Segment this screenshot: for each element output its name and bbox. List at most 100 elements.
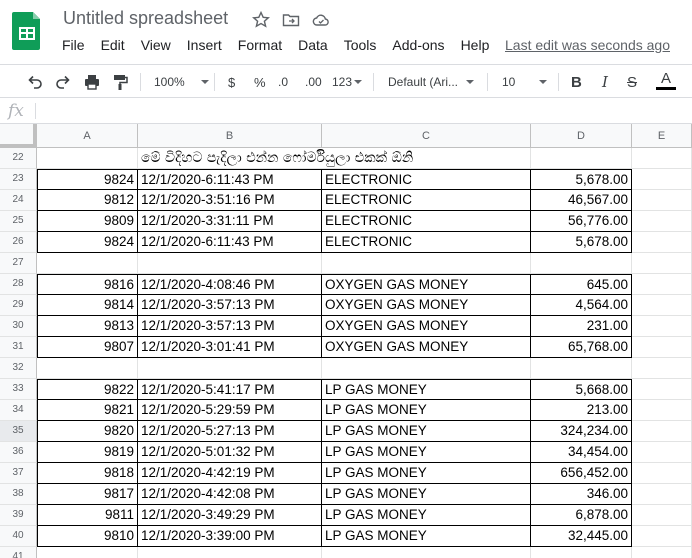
row-header[interactable]: 41 [0, 547, 37, 558]
cell-a[interactable]: 9824 [37, 232, 138, 253]
cell-a[interactable]: 9813 [37, 316, 138, 337]
row-header[interactable]: 31 [0, 337, 37, 358]
cell-b[interactable]: මේ විදිහට පැදිලා එන්න ෆෝර්මියුලා එකක් ඕන… [138, 148, 413, 169]
row-header[interactable]: 30 [0, 316, 37, 337]
cell-e[interactable] [632, 274, 692, 295]
cell-c[interactable] [322, 547, 531, 558]
cell-d[interactable]: 324,234.00 [531, 421, 632, 442]
cell-b[interactable]: 12/1/2020-5:01:32 PM [138, 442, 322, 463]
row-header[interactable]: 37 [0, 463, 37, 484]
cell-d[interactable]: 6,878.00 [531, 505, 632, 526]
cell-b[interactable]: 12/1/2020-3:31:11 PM [138, 211, 322, 232]
cell-d[interactable] [531, 148, 632, 169]
menu-help[interactable]: Help [453, 37, 498, 57]
cell-a[interactable] [37, 148, 138, 169]
menu-data[interactable]: Data [290, 37, 336, 57]
document-title[interactable]: Untitled spreadsheet [63, 8, 228, 29]
cell-a[interactable]: 9819 [37, 442, 138, 463]
cell-e[interactable] [632, 169, 692, 190]
cell-b[interactable]: 12/1/2020-5:41:17 PM [138, 379, 322, 400]
column-header-c[interactable]: C [322, 124, 531, 148]
strikethrough-button[interactable]: S [627, 72, 637, 92]
row-header[interactable]: 35 [0, 421, 37, 442]
row-header[interactable]: 24 [0, 190, 37, 211]
zoom-select[interactable]: 100% [154, 72, 209, 92]
text-color-button[interactable]: A [656, 70, 676, 90]
row-header[interactable]: 34 [0, 400, 37, 421]
cell-c[interactable]: LP GAS MONEY [322, 442, 531, 463]
cell-a[interactable]: 9817 [37, 484, 138, 505]
cell-e[interactable] [632, 232, 692, 253]
star-icon[interactable] [251, 10, 271, 30]
row-header[interactable]: 39 [0, 505, 37, 526]
cell-e[interactable] [632, 442, 692, 463]
cell-e[interactable] [632, 148, 692, 169]
cell-d[interactable]: 5,668.00 [531, 379, 632, 400]
column-header-e[interactable]: E [632, 124, 692, 148]
cell-e[interactable] [632, 316, 692, 337]
cell-c[interactable]: ELECTRONIC [322, 232, 531, 253]
cell-d[interactable]: 645.00 [531, 274, 632, 295]
undo-icon[interactable] [25, 72, 45, 92]
cell-b[interactable]: 12/1/2020-3:01:41 PM [138, 337, 322, 358]
cell-a[interactable]: 9822 [37, 379, 138, 400]
last-edit-link[interactable]: Last edit was seconds ago [505, 37, 670, 53]
cell-a[interactable]: 9810 [37, 526, 138, 547]
cell-c[interactable]: ELECTRONIC [322, 169, 531, 190]
cell-c[interactable]: LP GAS MONEY [322, 421, 531, 442]
cell-e[interactable] [632, 295, 692, 316]
cell-c[interactable]: LP GAS MONEY [322, 505, 531, 526]
cell-b[interactable] [138, 547, 322, 558]
cell-e[interactable] [632, 547, 692, 558]
row-header[interactable]: 22 [0, 148, 37, 169]
cell-c[interactable]: LP GAS MONEY [322, 484, 531, 505]
cell-a[interactable]: 9818 [37, 463, 138, 484]
cell-a[interactable]: 9816 [37, 274, 138, 295]
sheets-logo-icon[interactable] [12, 10, 42, 50]
cloud-saved-icon[interactable] [311, 10, 331, 30]
paint-format-icon[interactable] [110, 72, 130, 92]
cell-d[interactable]: 5,678.00 [531, 232, 632, 253]
cell-b[interactable]: 12/1/2020-5:27:13 PM [138, 421, 322, 442]
cell-b[interactable]: 12/1/2020-3:57:13 PM [138, 316, 322, 337]
cell-d[interactable] [531, 547, 632, 558]
cell-d[interactable]: 5,678.00 [531, 169, 632, 190]
cell-c[interactable]: OXYGEN GAS MONEY [322, 316, 531, 337]
print-icon[interactable] [82, 72, 102, 92]
column-header-a[interactable]: A [37, 124, 138, 148]
menu-view[interactable]: View [133, 37, 179, 57]
cell-b[interactable]: 12/1/2020-4:08:46 PM [138, 274, 322, 295]
cell-e[interactable] [632, 484, 692, 505]
cell-d[interactable] [531, 358, 632, 379]
cell-e[interactable] [632, 358, 692, 379]
cell-e[interactable] [632, 211, 692, 232]
bold-button[interactable]: B [571, 72, 582, 92]
cell-a[interactable] [37, 358, 138, 379]
menu-add-ons[interactable]: Add-ons [384, 37, 452, 57]
cell-a[interactable]: 9809 [37, 211, 138, 232]
currency-format-button[interactable]: $ [228, 72, 235, 92]
cell-c[interactable]: OXYGEN GAS MONEY [322, 337, 531, 358]
formula-input[interactable] [42, 102, 682, 120]
cell-c[interactable] [322, 253, 531, 274]
cell-b[interactable] [138, 358, 322, 379]
cell-e[interactable] [632, 190, 692, 211]
cell-a[interactable]: 9812 [37, 190, 138, 211]
menu-format[interactable]: Format [230, 37, 290, 57]
cell-b[interactable]: 12/1/2020-3:49:29 PM [138, 505, 322, 526]
cell-a[interactable] [37, 547, 138, 558]
cell-c[interactable]: LP GAS MONEY [322, 526, 531, 547]
cell-a[interactable]: 9814 [37, 295, 138, 316]
cell-c[interactable] [322, 358, 531, 379]
row-header[interactable]: 38 [0, 484, 37, 505]
cell-a[interactable]: 9820 [37, 421, 138, 442]
menu-file[interactable]: File [54, 37, 93, 57]
row-header[interactable]: 28 [0, 274, 37, 295]
row-header[interactable]: 26 [0, 232, 37, 253]
cell-d[interactable]: 65,768.00 [531, 337, 632, 358]
font-family-select[interactable]: Default (Ari... [388, 72, 475, 92]
cell-c[interactable]: OXYGEN GAS MONEY [322, 295, 531, 316]
cell-d[interactable]: 346.00 [531, 484, 632, 505]
row-header[interactable]: 36 [0, 442, 37, 463]
cell-e[interactable] [632, 526, 692, 547]
